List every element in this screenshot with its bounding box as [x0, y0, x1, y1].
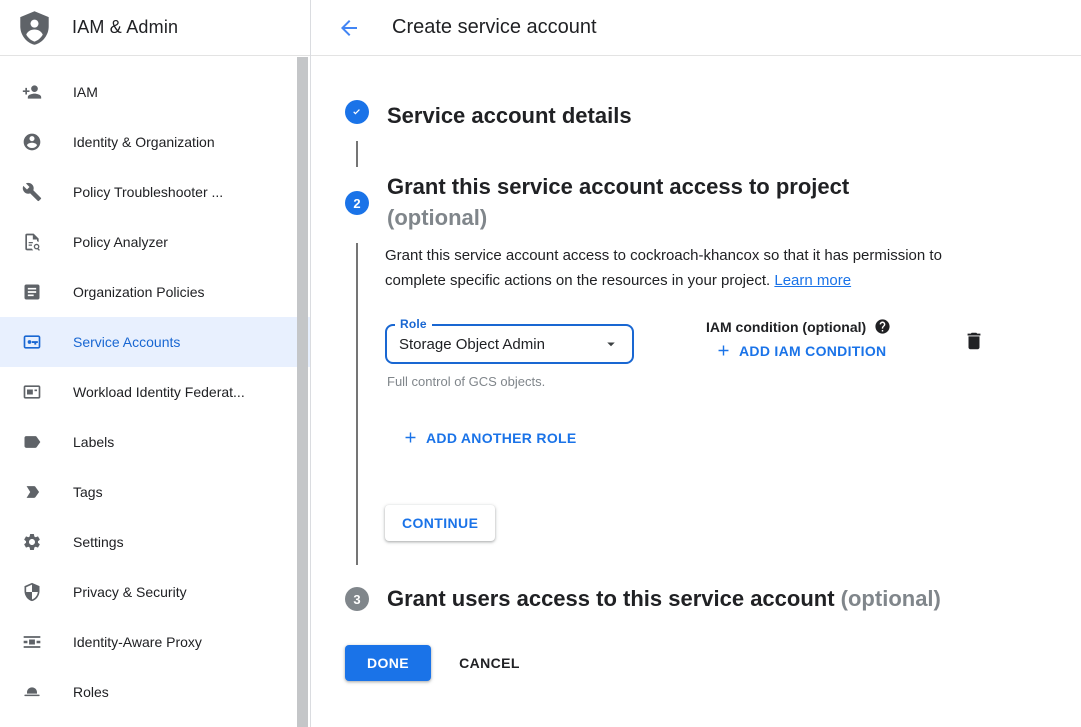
step-3-number-badge: 3	[345, 587, 369, 611]
sidebar-item-identity-aware-proxy[interactable]: Identity-Aware Proxy	[0, 617, 310, 667]
sidebar-item-label: IAM	[73, 84, 98, 100]
sidebar-item-label: Workload Identity Federat...	[73, 384, 245, 400]
iam-condition-block: IAM condition (optional) ADD IAM CONDITI…	[706, 318, 891, 359]
iap-icon	[22, 632, 42, 652]
sidebar: IAM & Admin IAM Identity & Organization …	[0, 0, 311, 727]
create-service-account-form: Service account details 2 Grant this ser…	[311, 56, 1081, 681]
hard-hat-icon	[22, 682, 42, 702]
page-title: Create service account	[392, 16, 597, 39]
delete-role-trash-icon[interactable]	[963, 330, 985, 352]
sidebar-scrollbar[interactable]	[297, 57, 308, 727]
help-icon[interactable]	[874, 318, 891, 335]
role-field-label: Role	[395, 317, 432, 331]
step-2-description: Grant this service account access to coc…	[385, 243, 985, 293]
continue-button[interactable]: CONTINUE	[385, 505, 495, 541]
sidebar-item-policy-troubleshooter[interactable]: Policy Troubleshooter ...	[0, 167, 310, 217]
step-2-optional-label: (optional)	[387, 202, 849, 233]
shield-icon	[22, 582, 42, 602]
policy-analyzer-icon	[22, 232, 42, 252]
learn-more-link[interactable]: Learn more	[774, 272, 851, 289]
service-account-icon	[22, 332, 42, 352]
plus-icon	[402, 429, 419, 446]
plus-icon	[715, 342, 732, 359]
stepper-connector	[356, 141, 358, 167]
role-row: Role Storage Object Admin IAM condition …	[385, 324, 985, 364]
add-iam-condition-button[interactable]: ADD IAM CONDITION	[715, 342, 891, 359]
sidebar-item-label: Settings	[73, 534, 124, 550]
dropdown-arrow-icon	[602, 335, 620, 353]
step-2-title: Grant this service account access to pro…	[387, 171, 849, 233]
sidebar-item-label: Tags	[73, 484, 103, 500]
page-header: Create service account	[311, 0, 1081, 56]
wrench-icon	[22, 182, 42, 202]
sidebar-header: IAM & Admin	[0, 0, 310, 56]
sidebar-item-service-accounts[interactable]: Service Accounts	[0, 317, 310, 367]
step-2-number-badge: 2	[345, 191, 369, 215]
sidebar-item-identity-organization[interactable]: Identity & Organization	[0, 117, 310, 167]
sidebar-item-iam[interactable]: IAM	[0, 67, 310, 117]
iam-condition-label: IAM condition (optional)	[706, 319, 866, 335]
sidebar-item-label: Identity & Organization	[73, 134, 215, 150]
step-1-service-account-details: Service account details	[345, 100, 1081, 131]
sidebar-item-labels[interactable]: Labels	[0, 417, 310, 467]
sidebar-item-tags[interactable]: Tags	[0, 467, 310, 517]
sidebar-nav: IAM Identity & Organization Policy Troub…	[0, 56, 310, 717]
sidebar-item-label: Roles	[73, 684, 109, 700]
step-3-title: Grant users access to this service accou…	[387, 587, 941, 611]
sidebar-item-roles[interactable]: Roles	[0, 667, 310, 717]
sidebar-item-label: Policy Troubleshooter ...	[73, 184, 223, 200]
sidebar-item-label: Service Accounts	[73, 334, 180, 350]
card-icon	[22, 382, 42, 402]
step-2-body: Grant this service account access to coc…	[356, 243, 1081, 565]
product-title: IAM & Admin	[72, 17, 178, 38]
back-arrow-icon[interactable]	[337, 16, 361, 40]
label-icon	[22, 432, 42, 452]
sidebar-item-policy-analyzer[interactable]: Policy Analyzer	[0, 217, 310, 267]
sidebar-item-workload-identity-federation[interactable]: Workload Identity Federat...	[0, 367, 310, 417]
step-1-complete-check-icon	[345, 100, 369, 124]
account-circle-icon	[22, 132, 42, 152]
sidebar-item-label: Privacy & Security	[73, 584, 187, 600]
iam-admin-console: IAM & Admin IAM Identity & Organization …	[0, 0, 1081, 727]
sidebar-item-label: Labels	[73, 434, 114, 450]
role-select[interactable]: Role Storage Object Admin	[385, 324, 634, 364]
sidebar-item-organization-policies[interactable]: Organization Policies	[0, 267, 310, 317]
sidebar-item-label: Organization Policies	[73, 284, 205, 300]
main-panel: Create service account Service account d…	[311, 0, 1081, 727]
step-3-optional-label: (optional)	[841, 586, 941, 611]
role-helper-text: Full control of GCS objects.	[387, 374, 1081, 389]
tag-icon	[22, 482, 42, 502]
person-add-icon	[22, 82, 42, 102]
article-icon	[22, 282, 42, 302]
done-button[interactable]: DONE	[345, 645, 431, 681]
sidebar-item-settings[interactable]: Settings	[0, 517, 310, 567]
sidebar-item-privacy-security[interactable]: Privacy & Security	[0, 567, 310, 617]
sidebar-item-label: Identity-Aware Proxy	[73, 634, 202, 650]
sidebar-item-label: Policy Analyzer	[73, 234, 168, 250]
step-3-grant-users-access: 3 Grant users access to this service acc…	[345, 587, 1081, 611]
step-2-grant-access: 2 Grant this service account access to p…	[345, 171, 1081, 233]
add-another-role-button[interactable]: ADD ANOTHER ROLE	[402, 429, 1081, 446]
iam-shield-icon	[19, 11, 50, 45]
form-actions: DONE CANCEL	[345, 645, 1081, 681]
step-1-title: Service account details	[387, 100, 632, 131]
role-selected-value: Storage Object Admin	[399, 336, 545, 353]
cancel-button[interactable]: CANCEL	[459, 655, 520, 671]
gear-icon	[22, 532, 42, 552]
